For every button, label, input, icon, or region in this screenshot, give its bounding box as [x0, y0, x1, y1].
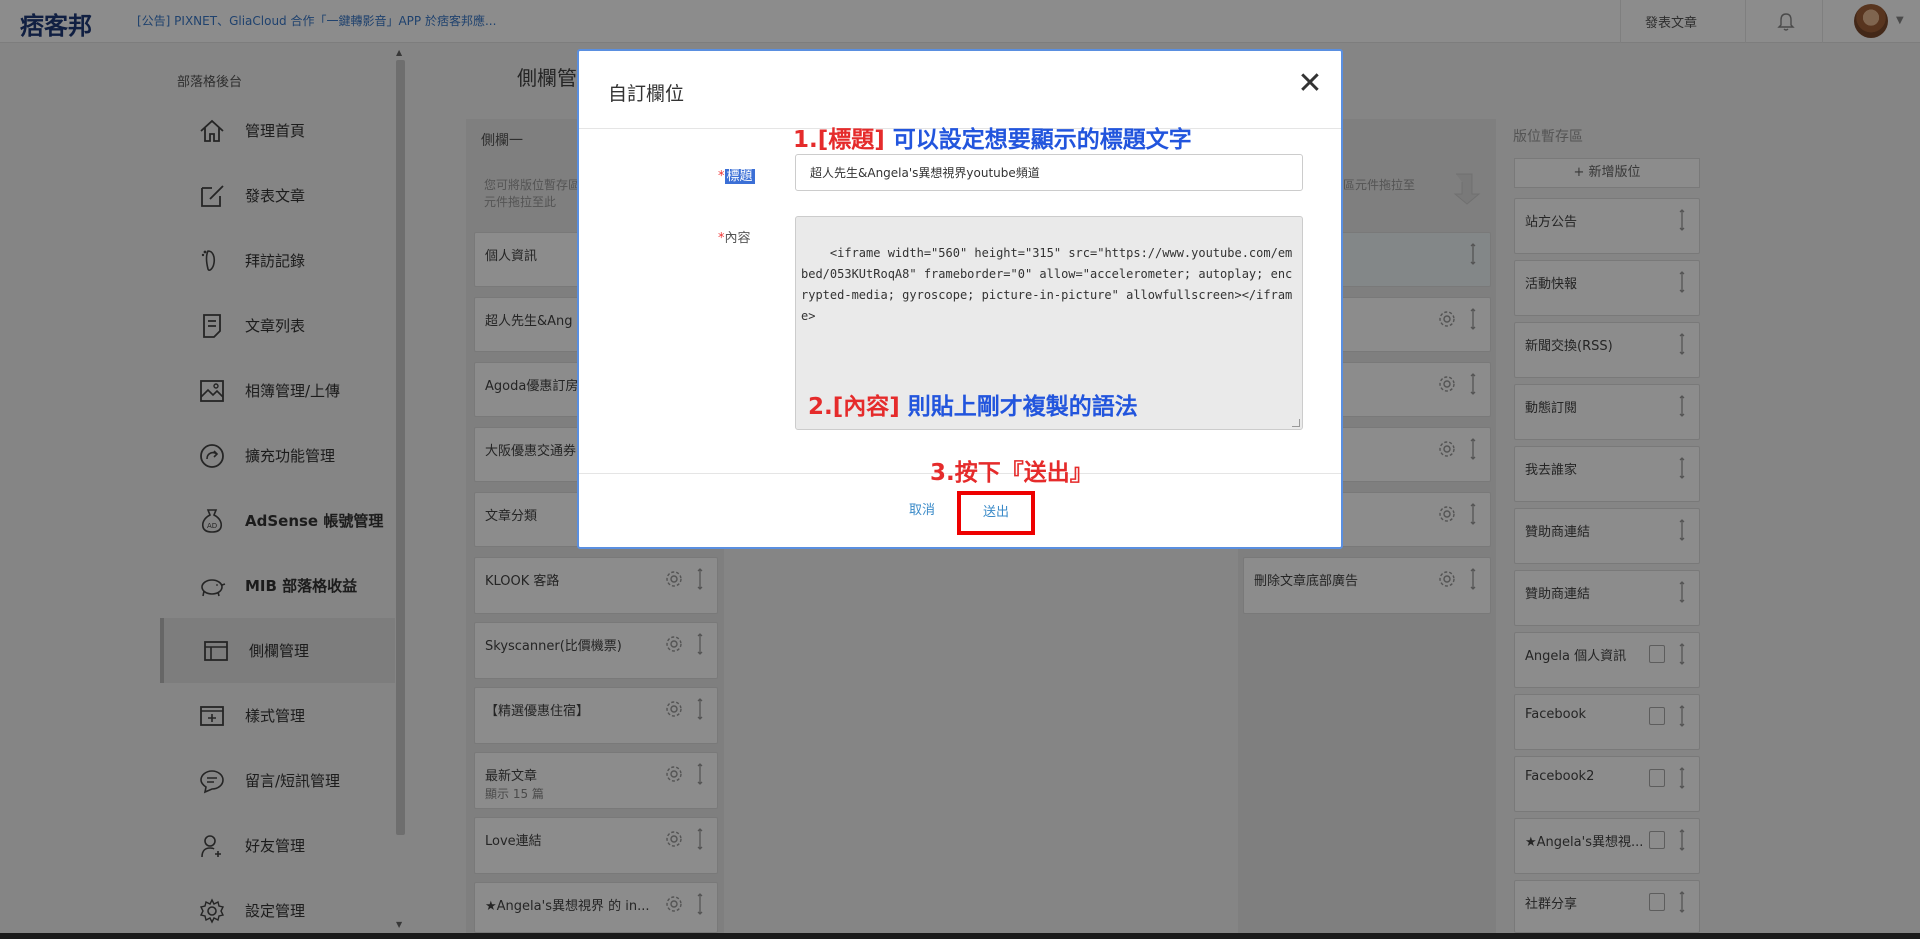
title-label-text: 標題 [724, 169, 755, 184]
annotation-keyword: 送出 [1023, 460, 1070, 486]
annotation-number: 1. [793, 127, 818, 153]
content-label-text: 內容 [724, 231, 751, 246]
content-field-label: *內容 [718, 231, 751, 246]
annotation-text: 可以設定想要顯示的標題文字 [884, 127, 1192, 153]
annotation-step-2: 2.[內容] 則貼上剛才複製的語法 [808, 387, 1138, 421]
resize-handle[interactable] [1292, 419, 1300, 427]
submit-button[interactable]: 送出 [957, 491, 1035, 535]
annotation-text-end: 』 [1069, 460, 1093, 486]
annotation-number: 2. [808, 394, 833, 420]
annotation-step-3: 3.按下『送出』 [930, 453, 1093, 487]
annotation-text: 3.按下『 [930, 460, 1024, 486]
annotation-text: 則貼上剛才複製的語法 [899, 394, 1138, 420]
title-field-label: * 標題 [718, 169, 755, 184]
cancel-button[interactable]: 取消 [909, 499, 935, 518]
close-icon[interactable]: ✕ [1295, 69, 1325, 99]
annotation-keyword: [內容] [832, 394, 900, 420]
dialog-title: 自訂欄位 [608, 83, 685, 105]
annotation-keyword: [標題] [817, 127, 885, 153]
content-textarea-value: <iframe width="560" height="315" src="ht… [801, 246, 1293, 323]
title-input[interactable] [795, 154, 1303, 191]
taskbar-strip [0, 933, 1920, 939]
annotation-step-1: 1.[標題] 可以設定想要顯示的標題文字 [793, 120, 1192, 154]
